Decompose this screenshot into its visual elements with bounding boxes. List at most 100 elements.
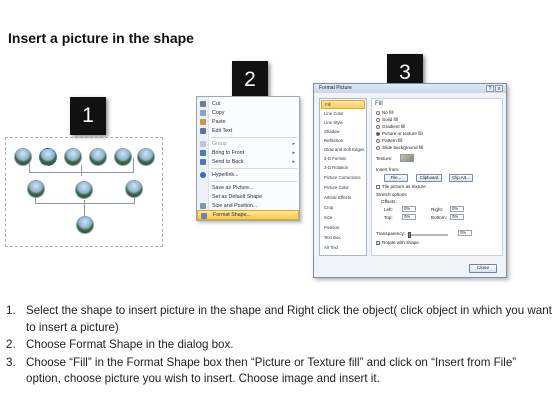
picture-circle[interactable] [114,148,132,166]
offset-top-label: Top: [384,215,393,220]
picture-circle[interactable] [75,181,93,199]
step-number: 3. [6,355,16,369]
menu-item-format-shape[interactable]: Format Shape... [197,210,299,220]
menu-item-label: Cut [212,101,221,107]
picture-circle[interactable] [125,180,143,198]
format-shape-icon [201,213,207,219]
offset-right-input[interactable]: 0% [450,206,464,212]
dialog-title: Format Picture [319,85,352,91]
paste-icon [200,119,206,125]
menu-item-label: Save as Picture... [212,185,254,191]
help-button[interactable]: ? [486,85,494,92]
dialog-close-button[interactable]: Close [469,264,497,273]
nav-fill[interactable]: Fill [321,100,365,109]
offset-top-input[interactable]: 0% [402,214,416,220]
nav-size[interactable]: Size [321,213,365,222]
connector-line [81,165,82,176]
menu-item-label: Group [212,141,227,147]
nav-shadow[interactable]: Shadow [321,127,365,136]
copy-icon [200,110,206,116]
insert-clip-art-button[interactable]: Clip Art... [449,174,473,182]
rotate-with-shape-checkbox[interactable]: ✓ [376,241,380,246]
picture-circle[interactable] [14,148,32,166]
offset-left-input[interactable]: 0% [402,206,416,212]
menu-item-label: Hyperlink... [212,172,239,178]
tile-checkbox[interactable] [376,185,380,189]
nav-line-color[interactable]: Line Color [321,109,365,118]
radio-slide-background-fill[interactable] [376,146,380,150]
stretch-options-label: Stretch options [376,192,407,197]
dialog-title-buttons: ? x [485,85,503,93]
transparency-input[interactable]: 0% [458,230,472,236]
menu-item-label: Size and Position... [212,203,258,209]
transparency-slider[interactable] [408,234,448,236]
page-title: Insert a picture in the shape [8,30,194,46]
picture-circle[interactable] [137,148,155,166]
radio-gradient-fill[interactable] [376,125,380,129]
menu-item-edit-text[interactable]: Edit Text [197,126,299,136]
send-back-icon [200,159,206,165]
offset-bottom-label: Bottom: [431,215,447,220]
close-x-button[interactable]: x [495,85,503,92]
step-text: Choose “Fill” in the Format Shape box th… [26,355,517,386]
nav-artistic-effects[interactable]: Artistic Effects [321,193,365,202]
nav-position[interactable]: Position [321,223,365,232]
step-number: 2. [6,338,16,351]
nav-reflection[interactable]: Reflection [321,136,365,145]
offset-bottom-input[interactable]: 0% [450,214,464,220]
step-text: Select the shape to insert picture in th… [26,304,552,334]
step-badge-1: 1 [70,97,106,135]
insert-from-label: Insert from: [376,167,400,172]
nav-3d-rotation[interactable]: 3-D Rotation [321,163,365,172]
format-picture-dialog: Format Picture ? x Fill Line Color Line S… [313,83,507,278]
insert-clipboard-button[interactable]: Clipboard [416,174,442,182]
step-number: 1. [6,304,16,317]
menu-separator [211,181,297,182]
menu-item-label: Format Shape... [213,212,251,218]
nav-3d-format[interactable]: 3-D Format [321,154,365,163]
nav-picture-corrections[interactable]: Picture Corrections [321,173,365,182]
offset-right-label: Right: [431,207,444,212]
offset-left-label: Left: [384,207,393,212]
connector-line [84,200,85,216]
scissors-icon [200,101,206,107]
nav-text-box[interactable]: Text Box [321,233,365,242]
nav-picture-color[interactable]: Picture Color [321,183,365,192]
radio-picture-texture-fill[interactable] [376,132,380,136]
nav-line-style[interactable]: Line Style [321,118,365,127]
dialog-fill-pane: Fill No fill Solid fill Gradient fill Pi… [371,98,503,256]
menu-separator [211,168,297,169]
connector-line [133,158,134,172]
selected-picture-circle[interactable] [39,148,57,166]
hyperlink-icon [200,172,206,178]
transparency-slider-thumb[interactable] [408,232,411,238]
menu-item-send-to-back[interactable]: Send to Back ▸ [197,157,299,167]
picture-circle[interactable] [89,148,107,166]
connector-line [35,203,135,204]
insert-file-button[interactable]: File... [384,174,408,182]
picture-circle[interactable] [27,180,45,198]
step-item: 1. Select the shape to insert picture in… [6,303,554,336]
menu-item-hyperlink[interactable]: Hyperlink... [197,170,299,180]
offsets-label: Offsets: [381,199,397,204]
instruction-steps: 1. Select the shape to insert picture in… [6,303,554,389]
menu-item-label: Send to Back [212,159,244,165]
menu-item-label: Copy [212,110,225,116]
radio-no-fill[interactable] [376,111,380,115]
radio-pattern-fill[interactable] [376,139,380,143]
picture-circle[interactable] [76,216,94,234]
texture-picker[interactable] [400,154,414,162]
step-item: 3. Choose “Fill” in the Format Shape box… [6,355,554,388]
submenu-arrow-icon: ▸ [292,159,295,165]
step-badge-2: 2 [232,61,268,99]
dialog-nav-list: Fill Line Color Line Style Shadow Reflec… [319,98,367,256]
bring-front-icon [200,150,206,156]
tile-label: Tile picture as texture [382,184,426,189]
section-heading: Fill [375,101,383,107]
nav-alt-text[interactable]: Alt Text [321,243,365,252]
radio-solid-fill[interactable] [376,118,380,122]
nav-glow-soft-edges[interactable]: Glow and Soft Edges [321,145,365,154]
shape-diagram-panel[interactable] [5,137,163,247]
picture-circle[interactable] [64,148,82,166]
nav-crop[interactable]: Crop [321,203,365,212]
